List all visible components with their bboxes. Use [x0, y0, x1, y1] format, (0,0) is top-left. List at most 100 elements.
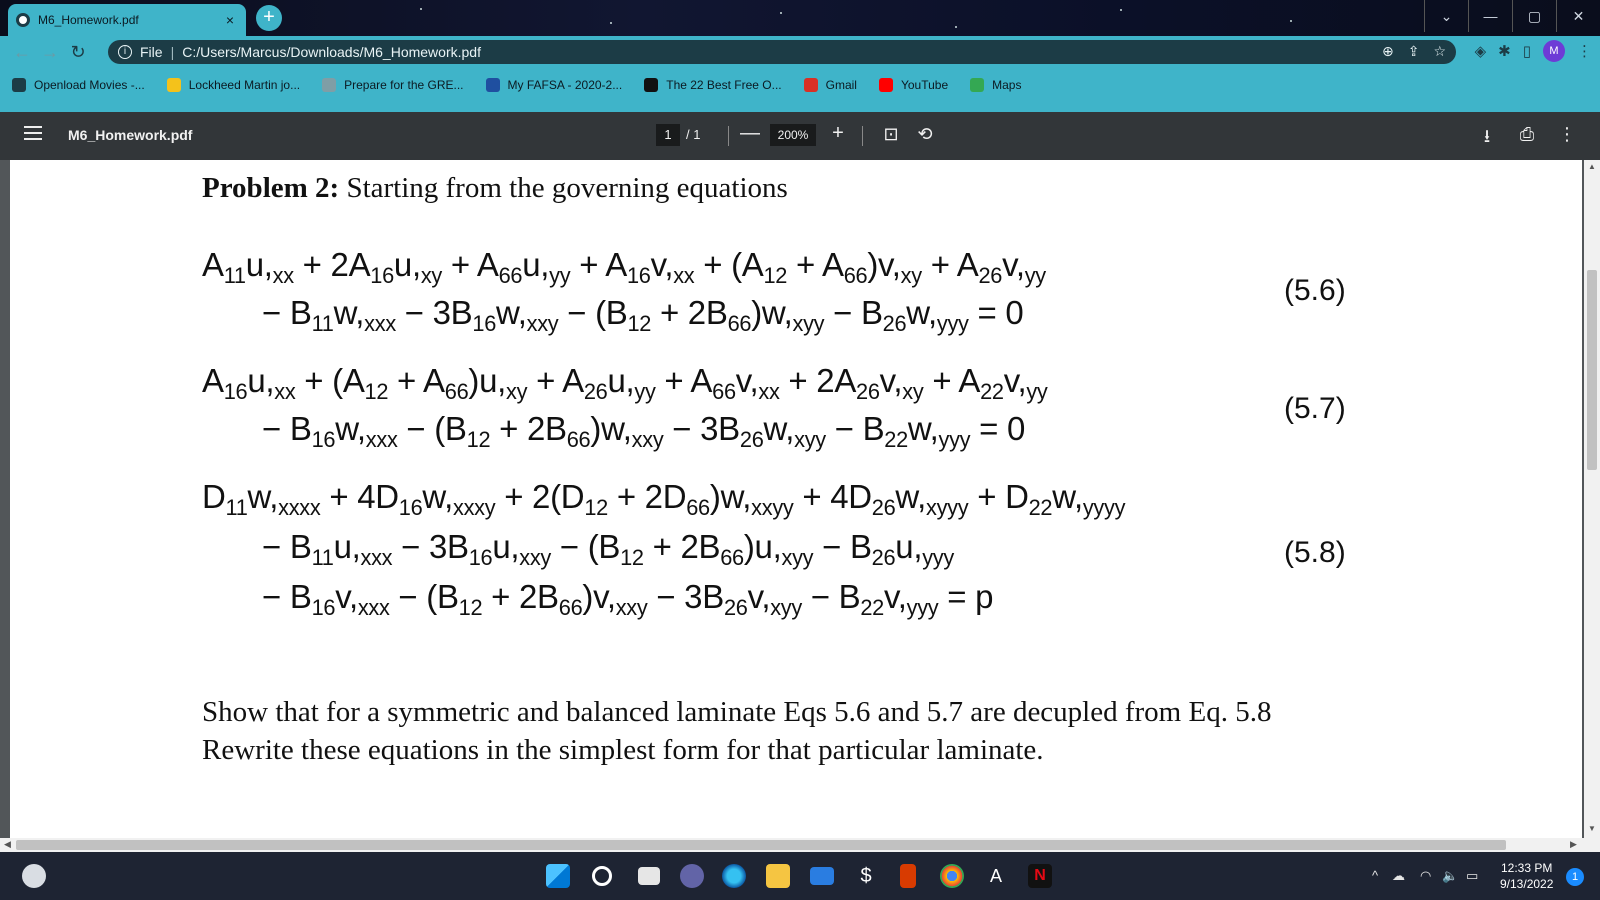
address-separator: |: [170, 44, 175, 60]
task-view-icon[interactable]: [638, 867, 660, 885]
netflix-icon[interactable]: N: [1028, 864, 1052, 888]
reload-button[interactable]: ↻: [64, 38, 92, 66]
toolbar-bottom-strip: [0, 102, 1600, 112]
onedrive-icon[interactable]: ☁: [1392, 868, 1405, 884]
menu-hamburger-icon[interactable]: [24, 126, 42, 140]
zoom-level-input[interactable]: 200%: [770, 124, 816, 146]
app-a-icon[interactable]: A: [984, 864, 1008, 888]
bookmark-label: Gmail: [825, 78, 857, 92]
tab-close-icon[interactable]: ×: [222, 12, 238, 28]
bookmark-item[interactable]: Gmail: [803, 78, 857, 92]
fit-to-page-icon[interactable]: ⊡: [880, 124, 902, 145]
bookmark-item[interactable]: Maps: [970, 78, 1021, 92]
maps-icon: [970, 78, 985, 92]
equation-line: − B11w,xxx − 3B16w,xxy − (B12 + 2B66)w,x…: [262, 294, 1024, 336]
bookmark-label: Maps: [992, 78, 1022, 92]
problem-heading: Problem 2: Starting from the governing e…: [202, 172, 788, 205]
starfield-dot: [780, 12, 782, 14]
zoom-in-button[interactable]: +: [828, 122, 848, 145]
bookmark-label: Openload Movies -...: [34, 78, 145, 92]
bookmark-label: Lockheed Martin jo...: [188, 78, 301, 92]
equation-line: − B11u,xxx − 3B16u,xxy − (B12 + 2B66)u,x…: [262, 528, 954, 570]
fafsa-icon: [485, 78, 500, 92]
info-icon[interactable]: i: [118, 45, 132, 59]
tab-strip: M6_Homework.pdf × + ⌄ — ▢ ✕: [0, 0, 1600, 36]
weather-icon[interactable]: [22, 864, 46, 888]
clock[interactable]: 12:33 PM 9/13/2022: [1500, 860, 1553, 892]
scroll-right-arrow-icon[interactable]: ▶: [1570, 839, 1577, 850]
browser-menu-icon[interactable]: ⋮: [1577, 42, 1592, 60]
wifi-icon[interactable]: ◠: [1420, 868, 1431, 884]
minimize-button[interactable]: —: [1468, 0, 1512, 32]
question-line-1: Show that for a symmetric and balanced l…: [202, 696, 1272, 728]
bookmark-item[interactable]: Prepare for the GRE...: [322, 78, 464, 92]
notification-badge[interactable]: 1: [1566, 868, 1584, 886]
taskbar: $ A N ^ ☁ ◠ 🔈 ▭ 12:33 PM 9/13/2022 1: [0, 852, 1600, 900]
download-icon[interactable]: ⭳: [1476, 124, 1498, 154]
url-text: C:/Users/Marcus/Downloads/M6_Homework.pd…: [182, 44, 481, 60]
bookmark-label: The 22 Best Free O...: [666, 78, 782, 92]
bookmark-item[interactable]: The 22 Best Free O...: [644, 78, 782, 92]
pdf-toolbar: M6_Homework.pdf 1 / 1 — 200% + ⊡ ⟲ ⭳ ⎙ ⋮: [0, 112, 1600, 160]
teams-icon[interactable]: [680, 864, 704, 888]
print-icon[interactable]: ⎙: [1516, 124, 1538, 145]
zoom-out-button[interactable]: —: [740, 122, 760, 145]
bookmarks-bar: Openload Movies -... Lockheed Martin jo..…: [0, 68, 1600, 102]
new-tab-button[interactable]: +: [256, 5, 282, 31]
edge-icon[interactable]: [722, 864, 746, 888]
restore-button[interactable]: ▢: [1512, 0, 1556, 32]
back-button[interactable]: ←: [8, 38, 36, 66]
scheme-label: File: [140, 44, 163, 60]
cashapp-icon[interactable]: $: [854, 864, 878, 888]
horizontal-scrollbar[interactable]: ◀ ▶: [0, 838, 1600, 852]
bookmark-item[interactable]: YouTube: [878, 78, 948, 92]
side-panel-icon[interactable]: ▯: [1523, 42, 1531, 60]
infinity-icon: [12, 78, 26, 92]
horizontal-scroll-thumb[interactable]: [16, 840, 1506, 850]
pdf-page: Problem 2: Starting from the governing e…: [10, 160, 1582, 838]
more-options-icon[interactable]: ⋮: [1556, 124, 1578, 145]
zoom-icon[interactable]: ⊕: [1382, 43, 1394, 60]
scroll-down-arrow-icon[interactable]: ▼: [1588, 824, 1596, 833]
tab-search-button[interactable]: ⌄: [1424, 0, 1468, 32]
starfield-dot: [610, 22, 612, 24]
pdf-title: M6_Homework.pdf: [68, 127, 193, 143]
tab-active[interactable]: M6_Homework.pdf ×: [8, 4, 246, 36]
equation-line: D11w,xxxx + 4D16w,xxxy + 2(D12 + 2D66)w,…: [202, 478, 1126, 520]
profile-avatar[interactable]: M: [1543, 40, 1565, 62]
page-number-input[interactable]: 1: [656, 124, 680, 146]
extension-icon[interactable]: ◈: [1475, 42, 1487, 60]
bookmark-item[interactable]: Lockheed Martin jo...: [166, 78, 301, 92]
search-icon[interactable]: [592, 866, 612, 886]
toolbar-divider: [862, 126, 863, 146]
problem-text: Starting from the governing equations: [339, 172, 788, 204]
vertical-scrollbar[interactable]: ▲ ▼: [1584, 160, 1600, 838]
share-icon[interactable]: ⇪: [1408, 43, 1420, 60]
extensions-puzzle-icon[interactable]: ✱: [1498, 42, 1511, 60]
close-window-button[interactable]: ✕: [1556, 0, 1600, 32]
office-icon[interactable]: [900, 864, 916, 888]
tray-overflow-icon[interactable]: ^: [1372, 868, 1378, 883]
toolbar-extensions: ◈ ✱ ▯ M ⋮: [1475, 40, 1592, 62]
rotate-icon[interactable]: ⟲: [914, 124, 936, 145]
battery-icon[interactable]: ▭: [1466, 868, 1478, 884]
bookmark-item[interactable]: Openload Movies -...: [12, 78, 145, 92]
t-icon: [644, 78, 659, 92]
scroll-up-arrow-icon[interactable]: ▲: [1588, 162, 1596, 171]
forward-button[interactable]: →: [36, 38, 64, 66]
chrome-icon[interactable]: [940, 864, 964, 888]
file-explorer-icon[interactable]: [766, 864, 790, 888]
vertical-scroll-thumb[interactable]: [1587, 270, 1597, 470]
windows-start-icon[interactable]: [546, 864, 570, 888]
volume-icon[interactable]: 🔈: [1442, 868, 1458, 884]
scroll-left-arrow-icon[interactable]: ◀: [4, 839, 11, 850]
bookmark-star-icon[interactable]: ☆: [1433, 43, 1446, 60]
mail-icon[interactable]: [810, 867, 834, 885]
browser-toolbar: ← → ↻ i File | C:/Users/Marcus/Downloads…: [0, 36, 1600, 68]
sun-icon: [166, 78, 181, 92]
equation-number: (5.8): [1284, 536, 1346, 569]
date: 9/13/2022: [1500, 877, 1554, 891]
address-bar[interactable]: i File | C:/Users/Marcus/Downloads/M6_Ho…: [108, 40, 1456, 64]
toolbar-divider: [728, 126, 729, 146]
bookmark-item[interactable]: My FAFSA - 2020-2...: [485, 78, 622, 92]
